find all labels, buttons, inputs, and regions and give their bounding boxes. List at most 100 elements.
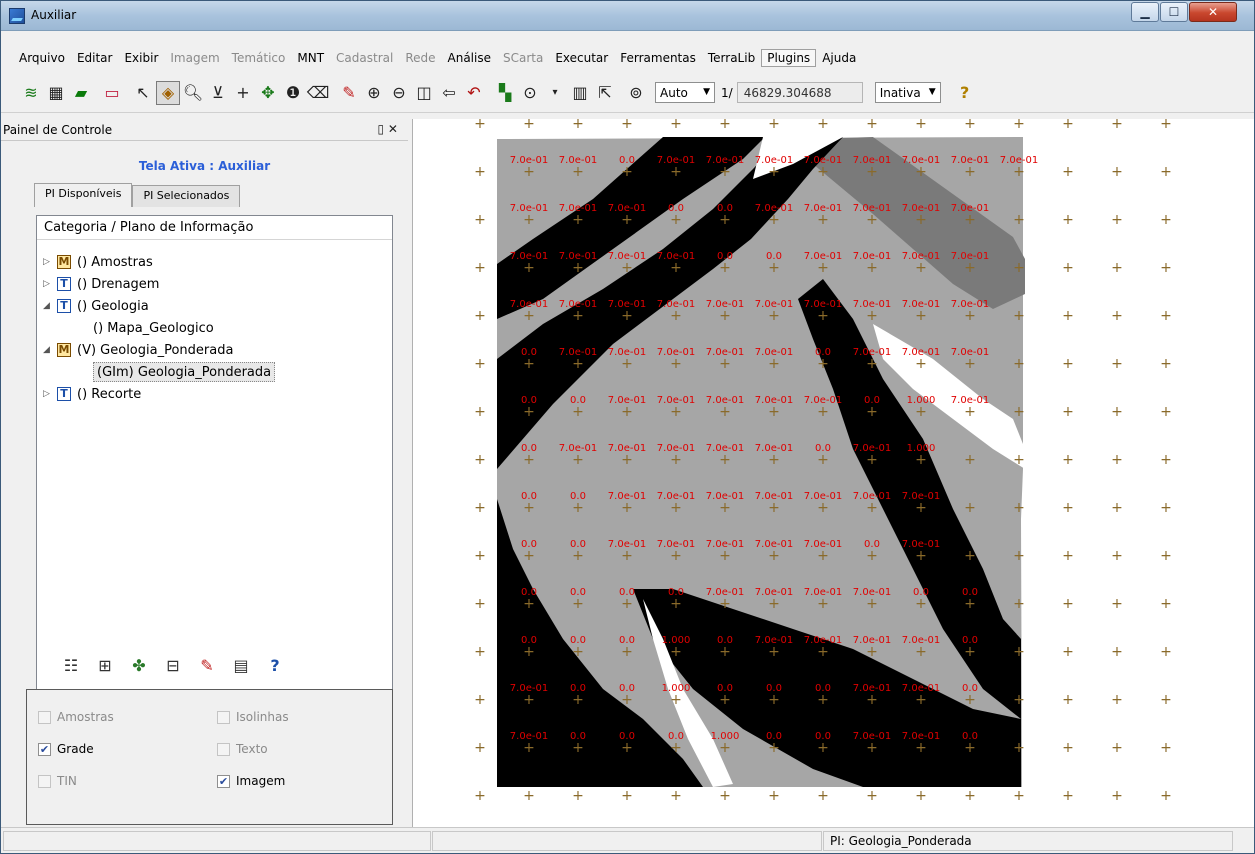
help-icon[interactable]: ? [953, 81, 977, 105]
grid-cross-icon: + [719, 308, 731, 324]
isolinhas-checkbox[interactable] [217, 710, 230, 724]
pointer-icon[interactable]: ↖ [131, 81, 155, 105]
map-svg[interactable]: + + + + + + + + + + + + + + + + + + + + + + + + + + + + + + + + + + + + + + + +… [413, 119, 1254, 827]
grid-cross-icon: + [964, 260, 976, 276]
map-select-icon[interactable]: ◈ [156, 80, 180, 105]
grid-cross-icon: + [474, 260, 486, 276]
grid-cross-icon: + [964, 692, 976, 708]
menu-exibir[interactable]: Exibir [118, 51, 164, 65]
back-icon[interactable]: ⇦ [437, 81, 461, 105]
grid-cross-icon: + [964, 119, 976, 132]
close-button[interactable]: ✕ [1189, 2, 1237, 22]
grid-value-label: 7.0e-01 [804, 155, 842, 166]
tab-pi-disponiveis[interactable]: PI Disponíveis [34, 183, 133, 207]
tin-checkbox[interactable] [38, 774, 51, 788]
add-table-icon[interactable]: ⊞ [88, 656, 122, 675]
link-icon[interactable]: ⊚ [624, 81, 648, 105]
menu-terralib[interactable]: TerraLib [702, 51, 761, 65]
menu-rede[interactable]: Rede [399, 51, 441, 65]
status-combo[interactable]: Inativa ▼ [874, 82, 941, 103]
tree-item-amostras[interactable]: ▷ M () Amostras [43, 252, 153, 272]
expand-icon[interactable]: ▷ [43, 389, 57, 399]
menu-editar[interactable]: Editar [71, 51, 119, 65]
pencil-icon[interactable]: ✎ [337, 81, 361, 105]
menu-ajuda[interactable]: Ajuda [816, 51, 862, 65]
menu-mnt[interactable]: MNT [291, 51, 330, 65]
expand-icon[interactable]: ▷ [43, 257, 57, 267]
menu-executar[interactable]: Executar [549, 51, 614, 65]
dropdown-icon[interactable]: ▾ [543, 81, 567, 105]
eraser-icon[interactable]: ⌫ [306, 81, 330, 105]
zoom-out-icon[interactable]: ⊖ [387, 81, 411, 105]
grid-cross-icon: + [572, 548, 584, 564]
window-icon[interactable]: ▭ [100, 81, 124, 105]
option-texto[interactable]: Texto [217, 742, 268, 756]
grid-cross-icon: + [817, 452, 829, 468]
edit-table-icon[interactable]: ⊟ [156, 656, 190, 675]
menu-arquivo[interactable]: Arquivo [13, 51, 71, 65]
grid-value-label: 7.0e-01 [853, 155, 891, 166]
pan-icon[interactable]: ✥ [256, 81, 280, 105]
expand-icon[interactable]: ▷ [43, 279, 57, 289]
map-canvas[interactable]: + + + + + + + + + + + + + + + + + + + + + + + + + + + + + + + + + + + + + + + +… [412, 119, 1254, 827]
option-grade[interactable]: ✔ Grade [38, 742, 94, 756]
menu-cadastral[interactable]: Cadastral [330, 51, 399, 65]
grid-icon[interactable]: ▦ [44, 81, 68, 105]
maximize-button[interactable]: ☐ [1160, 2, 1188, 22]
down-arrow-icon[interactable]: ⊻ [206, 81, 230, 105]
plus-icon[interactable]: + [231, 81, 255, 105]
help-icon[interactable]: ? [258, 656, 292, 675]
zoom-extent-icon[interactable]: ◫ [412, 81, 436, 105]
cursor-plus-icon[interactable]: ⇱ [593, 81, 617, 105]
raster-icon[interactable]: ▚ [493, 81, 517, 105]
menu-tematico[interactable]: Temático [226, 51, 292, 65]
title-bar[interactable]: Auxiliar ▁ ☐ ✕ [1, 1, 1254, 31]
zoom-in-icon[interactable]: ⊕ [362, 81, 386, 105]
menu-imagem[interactable]: Imagem [164, 51, 225, 65]
tree-item-mapa-geologico[interactable]: () Mapa_Geologico [93, 318, 214, 338]
info-icon[interactable]: ❶ [281, 81, 305, 105]
layers-icon[interactable]: ≋ [19, 81, 43, 105]
collapse-icon[interactable]: ◢ [43, 301, 57, 311]
pencil-icon[interactable]: ✎ [190, 656, 224, 675]
grid-cross-icon: + [915, 308, 927, 324]
amostras-checkbox[interactable] [38, 710, 51, 724]
zoom-scale-icon[interactable]: ⊙ [518, 81, 542, 105]
grade-checkbox[interactable]: ✔ [38, 742, 51, 756]
tree-item-drenagem[interactable]: ▷ T () Drenagem [43, 274, 159, 294]
table-icon[interactable]: ▤ [224, 656, 258, 675]
menu-plugins[interactable]: Plugins [761, 49, 817, 67]
grid-cross-icon: + [474, 212, 486, 228]
imagem-checkbox[interactable]: ✔ [217, 774, 230, 788]
tree-item-recorte[interactable]: ▷ T () Recorte [43, 384, 141, 404]
option-isolinhas[interactable]: Isolinhas [217, 710, 289, 724]
minimize-button[interactable]: ▁ [1131, 2, 1159, 22]
scale-mode-combo[interactable]: Auto ▼ [655, 82, 715, 103]
undo-icon[interactable]: ↶ [462, 81, 486, 105]
collapse-icon[interactable]: ◢ [43, 345, 57, 355]
grid-value-label: 7.0e-01 [510, 731, 548, 742]
grid-cross-icon: + [1111, 404, 1123, 420]
panel-float-close-icon[interactable]: ▯ ✕ [378, 122, 398, 136]
scale-input[interactable]: 46829.304688 [736, 82, 863, 103]
option-amostras[interactable]: Amostras [38, 710, 114, 724]
tree-item-geologia-ponderada[interactable]: ◢ M (V) Geologia_Ponderada [43, 340, 233, 360]
list-icon[interactable]: ☷ [54, 656, 88, 675]
tab-pi-selecionados[interactable]: PI Selecionados [132, 185, 241, 207]
option-imagem[interactable]: ✔ Imagem [217, 774, 285, 788]
table-icon[interactable]: ▥ [568, 81, 592, 105]
zoom-area-icon[interactable]: 🔍︎ [181, 81, 205, 105]
grid-cross-icon: + [1160, 164, 1172, 180]
tree-item-geologia[interactable]: ◢ T () Geologia [43, 296, 149, 316]
grid-value-label: 0.0 [766, 683, 782, 694]
texto-checkbox[interactable] [217, 742, 230, 756]
menu-scarta[interactable]: SCarta [497, 51, 549, 65]
menu-ferramentas[interactable]: Ferramentas [614, 51, 702, 65]
polygon-icon[interactable]: ▰ [69, 81, 93, 105]
grid-cross-icon: + [523, 548, 535, 564]
menu-analise[interactable]: Análise [442, 51, 497, 65]
tree-item-gim-geologia-ponderada[interactable]: (GIm) Geologia_Ponderada [93, 362, 276, 382]
option-tin[interactable]: TIN [38, 774, 77, 788]
grid-cross-icon: + [474, 644, 486, 660]
style-icon[interactable]: ✤ [122, 656, 156, 675]
